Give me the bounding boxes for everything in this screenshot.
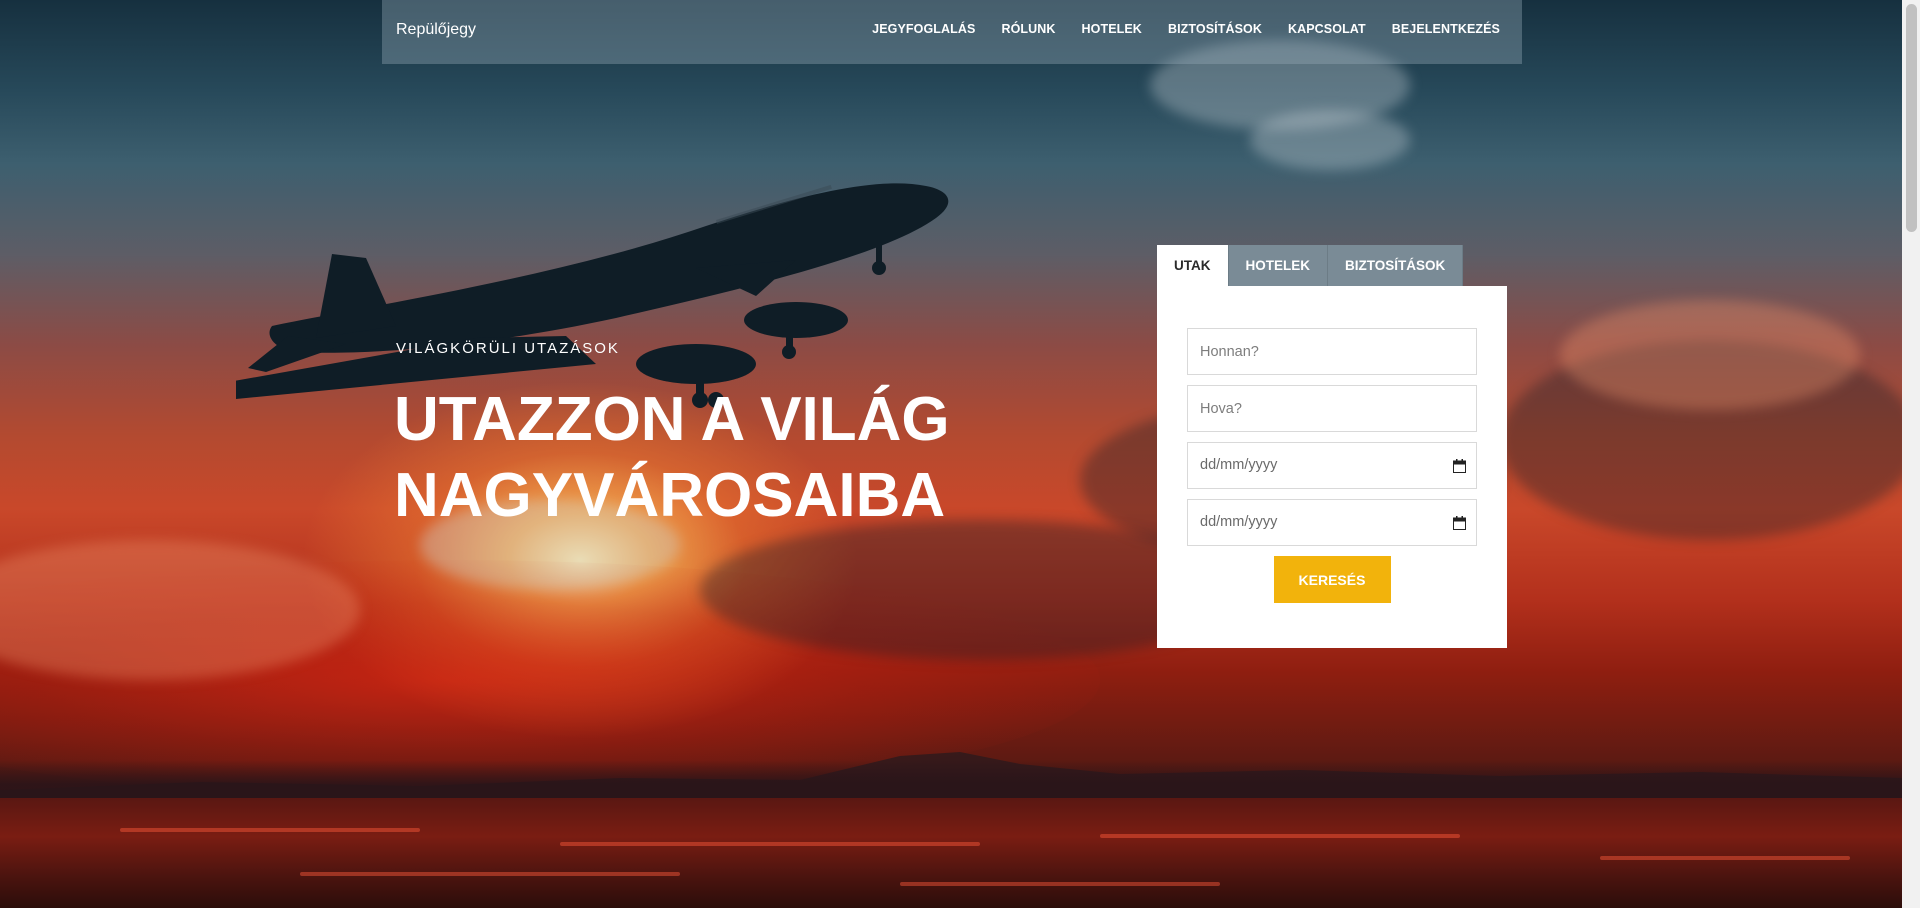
to-input[interactable] [1188,386,1476,431]
calendar-icon[interactable] [1453,516,1466,530]
hero-subtitle: VILÁGKÖRÜLI UTAZÁSOK [396,340,620,357]
booking-form: dd/mm/yyyy dd/mm/yyyy KERESÉS [1157,286,1507,648]
hero-headline-line1: UTAZZON A VILÁG [394,385,950,454]
booking-widget: UTAK HOTELEK BIZTOSÍTÁSOK dd/mm/yyyy dd/… [1157,245,1507,648]
wave-highlight [1100,834,1460,838]
scrollbar-thumb[interactable] [1906,4,1917,232]
wave-highlight [560,842,980,846]
wave-highlight [120,828,420,832]
nav-link-bejelentkezes[interactable]: BEJELENTKEZÉS [1392,22,1500,36]
nav-links: JEGYFOGLALÁS RÓLUNK HOTELEK BIZTOSÍTÁSOK… [872,22,1500,36]
from-field [1187,328,1477,375]
nav-link-rolunk[interactable]: RÓLUNK [1001,22,1055,36]
tab-utak[interactable]: UTAK [1157,245,1229,286]
brand-logo[interactable]: Repülőjegy [396,21,476,39]
return-date-field[interactable]: dd/mm/yyyy [1187,499,1477,546]
wave-highlight [1600,856,1850,860]
departure-date-placeholder: dd/mm/yyyy [1200,457,1278,473]
nav-link-kapcsolat[interactable]: KAPCSOLAT [1288,22,1366,36]
hero-headline-line2: NAGYVÁROSAIBA [394,461,946,530]
cloud [1560,300,1860,410]
tab-biztositasok[interactable]: BIZTOSÍTÁSOK [1328,245,1464,286]
nav-link-hotelek[interactable]: HOTELEK [1082,22,1142,36]
return-date-placeholder: dd/mm/yyyy [1200,514,1278,530]
horizon-shadow [0,760,1902,800]
nav-link-biztositasok[interactable]: BIZTOSÍTÁSOK [1168,22,1262,36]
calendar-icon[interactable] [1453,459,1466,473]
airplane-silhouette [236,183,949,408]
top-navbar: Repülőjegy JEGYFOGLALÁS RÓLUNK HOTELEK B… [382,0,1522,64]
to-field [1187,385,1477,432]
search-button[interactable]: KERESÉS [1273,556,1391,603]
departure-date-field[interactable]: dd/mm/yyyy [1187,442,1477,489]
hero-headline: UTAZZON A VILÁG NAGYVÁROSAIBA [394,382,1014,534]
cloud [1250,110,1410,170]
nav-link-jegyfoglalas[interactable]: JEGYFOGLALÁS [872,22,975,36]
booking-tabs: UTAK HOTELEK BIZTOSÍTÁSOK [1157,245,1507,286]
wave-highlight [900,882,1220,886]
sea [0,798,1902,908]
wave-highlight [300,872,680,876]
from-input[interactable] [1188,329,1476,374]
tab-hotelek[interactable]: HOTELEK [1228,245,1329,286]
page-scrollbar[interactable] [1902,0,1920,908]
